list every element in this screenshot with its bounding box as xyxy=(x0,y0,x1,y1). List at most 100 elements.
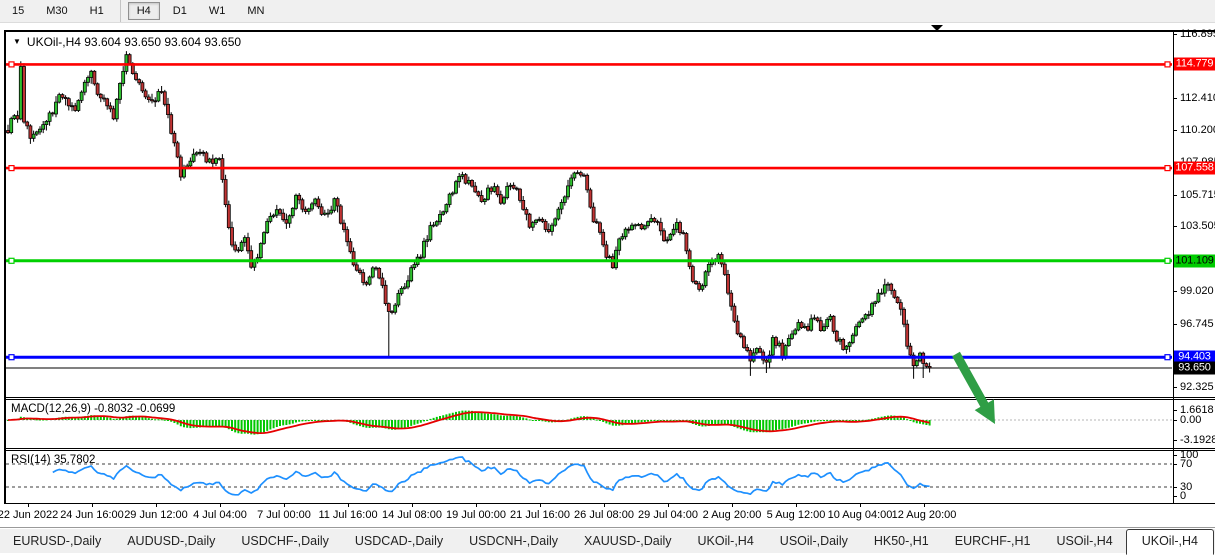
axis-tick xyxy=(1173,291,1177,292)
time-axis-label: 22 Jun 2022 xyxy=(0,509,58,521)
candle-wicks xyxy=(8,51,930,379)
price-badge: 114.779 xyxy=(1174,58,1215,71)
chart-tab-eurusd-daily[interactable]: EURUSD-,Daily xyxy=(0,531,114,551)
rsi-line xyxy=(53,457,930,495)
chart-shift-marker-icon[interactable] xyxy=(931,25,943,31)
time-axis-label: 26 Jul 08:00 xyxy=(574,509,634,521)
line-handle[interactable] xyxy=(1165,62,1170,67)
line-handle[interactable] xyxy=(1165,258,1170,263)
line-handle[interactable] xyxy=(1165,355,1170,360)
chart-tab-usdcad-daily[interactable]: USDCAD-,Daily xyxy=(342,531,456,551)
chart-tab-ukoil-h4[interactable]: UKOil-,H4 xyxy=(685,531,767,551)
axis-tick xyxy=(1173,387,1177,388)
line-handle[interactable] xyxy=(1165,166,1170,171)
time-axis-tick xyxy=(28,503,29,507)
time-axis-tick xyxy=(732,503,733,507)
timeframe-button-mn[interactable]: MN xyxy=(238,2,273,20)
chart-tab-usdcnh-daily[interactable]: USDCNH-,Daily xyxy=(456,531,571,551)
price-chart-canvas[interactable] xyxy=(6,32,1172,397)
line-handle[interactable] xyxy=(9,355,14,360)
axis-tick xyxy=(1173,130,1177,131)
price-tick-label: 96.745 xyxy=(1180,318,1214,330)
timeframe-button-w1[interactable]: W1 xyxy=(200,2,235,20)
price-tick-label: 103.505 xyxy=(1180,220,1215,232)
time-axis-tick xyxy=(412,503,413,507)
time-axis-label: 29 Jun 12:00 xyxy=(124,509,188,521)
axis-tick xyxy=(1173,464,1177,465)
timeframe-button-h1[interactable]: H1 xyxy=(81,2,113,20)
chart-tab-audusd-daily[interactable]: AUDUSD-,Daily xyxy=(114,531,228,551)
time-axis-label: 24 Jun 16:00 xyxy=(60,509,124,521)
bearish-candles xyxy=(7,55,932,368)
chart-title-text: UKOil-,H4 93.604 93.650 93.604 93.650 xyxy=(27,35,241,49)
chart-tab-usoil-h4[interactable]: USOil-,H4 xyxy=(1043,531,1125,551)
toolbar-separator xyxy=(120,0,121,22)
axis-tick xyxy=(1173,195,1177,196)
price-badge: 101.109 xyxy=(1174,255,1215,268)
axis-tick xyxy=(1173,455,1177,456)
trend-arrow-icon[interactable] xyxy=(942,348,1012,440)
rsi-panel-top-border xyxy=(4,450,1215,451)
price-tick-label: 99.020 xyxy=(1180,285,1214,297)
axis-tick xyxy=(1173,226,1177,227)
main-panel-bottom-border xyxy=(4,397,1215,398)
price-tick-label: 0.00 xyxy=(1180,414,1201,426)
symbol-dropdown-icon[interactable]: ▼ xyxy=(13,38,21,46)
rsi-label: RSI(14) 35.7802 xyxy=(11,454,95,466)
time-axis-label: 5 Aug 12:00 xyxy=(767,509,826,521)
time-axis-label: 2 Aug 20:00 xyxy=(703,509,762,521)
axis-tick xyxy=(1173,34,1177,35)
rsi-canvas[interactable] xyxy=(6,452,1172,503)
timeframe-button-m30[interactable]: M30 xyxy=(37,2,76,20)
chart-tab-ukoil-h4[interactable]: UKOil-,H4 xyxy=(1126,529,1214,555)
time-axis-tick xyxy=(284,503,285,507)
time-axis-tick xyxy=(220,503,221,507)
chart-title: ▼ UKOil-,H4 93.604 93.650 93.604 93.650 xyxy=(13,35,241,49)
price-tick-label: -3.1928 xyxy=(1180,434,1215,446)
chart-tab-usdchf-daily[interactable]: USDCHF-,Daily xyxy=(228,531,342,551)
axis-tick xyxy=(1173,324,1177,325)
axis-tick xyxy=(1173,98,1177,99)
time-axis-tick xyxy=(348,503,349,507)
timeframe-button-d1[interactable]: D1 xyxy=(164,2,196,20)
chart-tab-eurchf-h1[interactable]: EURCHF-,H1 xyxy=(942,531,1044,551)
price-tick-label: 0 xyxy=(1180,490,1186,502)
time-axis-tick xyxy=(924,503,925,507)
bullish-candles xyxy=(10,55,922,366)
time-axis-label: 4 Jul 04:00 xyxy=(193,509,247,521)
time-axis-tick xyxy=(476,503,477,507)
price-tick-label: 105.715 xyxy=(1180,189,1215,201)
timeframe-toolbar: 15M30 H1 H4D1W1MN xyxy=(0,0,1215,23)
time-axis-tick xyxy=(796,503,797,507)
line-handle[interactable] xyxy=(9,258,14,263)
time-axis-label: 12 Aug 20:00 xyxy=(892,509,957,521)
time-axis-label: 11 Jul 16:00 xyxy=(318,509,377,521)
axis-tick xyxy=(1173,496,1177,497)
price-badge: 93.650 xyxy=(1174,362,1215,375)
time-axis-tick xyxy=(540,503,541,507)
price-badge: 107.558 xyxy=(1174,162,1215,175)
axis-tick xyxy=(1173,440,1177,441)
price-tick-label: 112.410 xyxy=(1180,92,1215,104)
time-axis-label: 19 Jul 00:00 xyxy=(446,509,506,521)
price-tick-label: 92.325 xyxy=(1180,381,1214,393)
macd-label: MACD(12,26,9) -0.8032 -0.0699 xyxy=(11,403,175,415)
time-axis-label: 29 Jul 04:00 xyxy=(638,509,698,521)
price-tick-label: 70 xyxy=(1180,458,1192,470)
time-axis-tick xyxy=(92,503,93,507)
time-axis-tick xyxy=(860,503,861,507)
price-tick-label: 116.895 xyxy=(1180,28,1215,40)
chart-tab-hk50-h1[interactable]: HK50-,H1 xyxy=(861,531,942,551)
timeframe-button-h4[interactable]: H4 xyxy=(128,2,160,20)
chart-tab-xauusd-daily[interactable]: XAUUSD-,Daily xyxy=(571,531,685,551)
time-axis-tick xyxy=(668,503,669,507)
timeframe-button-15[interactable]: 15 xyxy=(3,2,33,20)
chart-tab-usoil-daily[interactable]: USOil-,Daily xyxy=(767,531,861,551)
line-handle[interactable] xyxy=(9,166,14,171)
time-axis-tick xyxy=(156,503,157,507)
price-tick-label: 110.200 xyxy=(1180,124,1215,136)
line-handle[interactable] xyxy=(9,62,14,67)
macd-panel-bottom-border xyxy=(4,448,1215,449)
time-axis-label: 14 Jul 08:00 xyxy=(382,509,442,521)
chart-tab-bar: EURUSD-,DailyAUDUSD-,DailyUSDCHF-,DailyU… xyxy=(0,527,1215,553)
